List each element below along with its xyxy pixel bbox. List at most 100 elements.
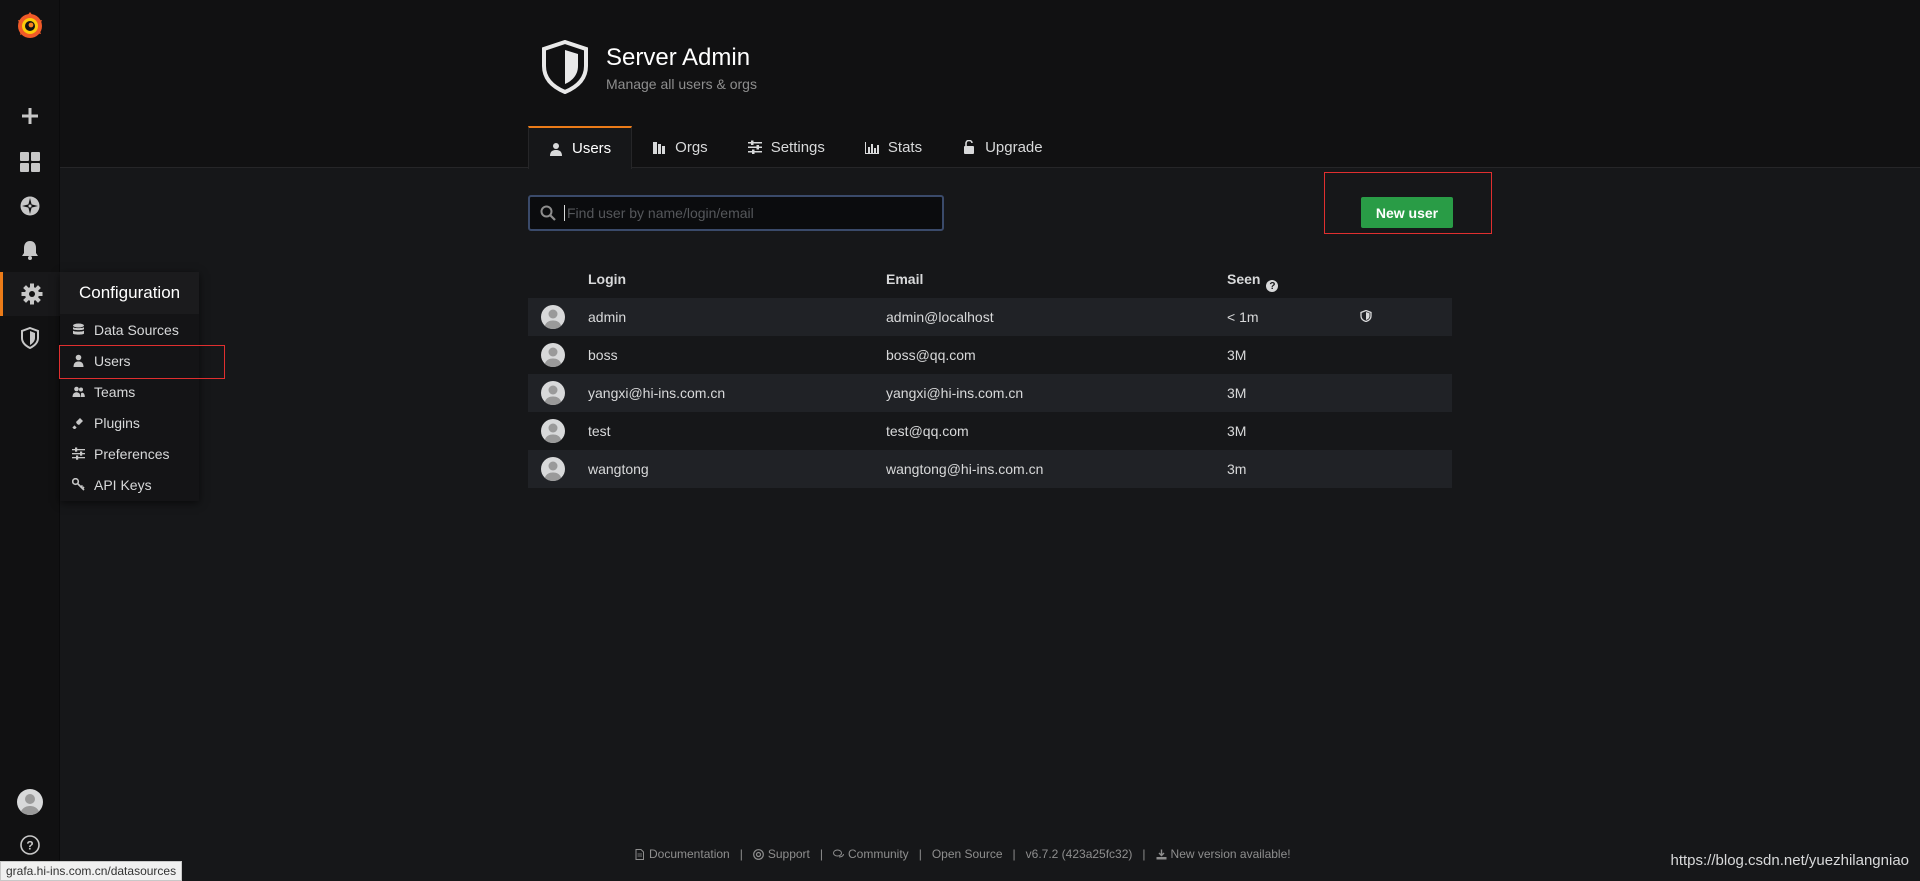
key-icon bbox=[72, 478, 94, 491]
comments-icon bbox=[833, 849, 844, 857]
user-login[interactable]: admin bbox=[588, 309, 626, 325]
user-email[interactable]: admin@localhost bbox=[886, 309, 994, 325]
user-seen: 3m bbox=[1227, 461, 1247, 477]
user-email[interactable]: boss@qq.com bbox=[886, 347, 976, 363]
table-row[interactable]: yangxi@hi-ins.com.cn yangxi@hi-ins.com.c… bbox=[528, 374, 1452, 412]
footer-version: v6.7.2 (423a25fc32) bbox=[1026, 847, 1133, 861]
user-login[interactable]: wangtong bbox=[588, 461, 649, 477]
plug-icon bbox=[72, 416, 94, 429]
page-title: Server Admin bbox=[606, 44, 751, 71]
avatar bbox=[541, 381, 565, 405]
avatar bbox=[541, 343, 565, 367]
users-highlight-box bbox=[59, 345, 225, 379]
footer-community-label: Community bbox=[848, 847, 909, 861]
footer-community-link[interactable]: Community bbox=[833, 847, 909, 861]
admin-tabs: Users Orgs Settings Stats Upgrade bbox=[528, 126, 1063, 169]
footer-documentation-link[interactable]: Documentation bbox=[634, 847, 730, 861]
user-seen: 3M bbox=[1227, 347, 1247, 363]
user-seen: < 1m bbox=[1227, 309, 1259, 325]
config-item-label: Plugins bbox=[94, 414, 140, 431]
alerting-bell-icon[interactable] bbox=[0, 228, 60, 272]
user-seen: 3M bbox=[1227, 423, 1247, 439]
document-icon bbox=[635, 848, 644, 860]
footer-version-label: v6.7.2 (423a25fc32) bbox=[1025, 847, 1133, 861]
table-row[interactable]: boss boss@qq.com 3M bbox=[528, 336, 1452, 374]
configuration-menu: Configuration Data Sources Users Teams P… bbox=[60, 272, 199, 501]
user-icon bbox=[550, 142, 562, 156]
side-menu: ? bbox=[0, 0, 60, 881]
grafana-logo-icon[interactable] bbox=[0, 4, 60, 48]
config-item-label: Data Sources bbox=[94, 321, 179, 338]
config-item-preferences[interactable]: Preferences bbox=[60, 438, 199, 469]
dashboards-icon[interactable] bbox=[0, 140, 60, 184]
config-item-label: Teams bbox=[94, 383, 136, 400]
tab-orgs[interactable]: Orgs bbox=[632, 126, 728, 168]
configuration-gear-icon[interactable] bbox=[0, 272, 60, 316]
server-admin-shield-icon[interactable] bbox=[0, 316, 60, 360]
footer-open-source-label: Open Source bbox=[931, 847, 1003, 861]
tab-users[interactable]: Users bbox=[528, 126, 633, 169]
download-icon bbox=[1156, 849, 1167, 859]
tab-stats-label: Stats bbox=[887, 138, 923, 156]
footer-support-label: Support bbox=[767, 847, 810, 861]
config-item-data-sources[interactable]: Data Sources bbox=[60, 314, 199, 345]
explore-compass-icon[interactable] bbox=[0, 184, 60, 228]
config-item-plugins[interactable]: Plugins bbox=[60, 407, 199, 438]
user-seen: 3M bbox=[1227, 385, 1247, 401]
tab-stats[interactable]: Stats bbox=[845, 126, 942, 168]
support-icon bbox=[752, 848, 764, 860]
configuration-menu-title[interactable]: Configuration bbox=[60, 272, 199, 314]
sliders-icon bbox=[72, 447, 94, 460]
user-login[interactable]: boss bbox=[588, 347, 618, 363]
column-header-email: Email bbox=[886, 271, 924, 287]
question-circle-icon[interactable]: ? bbox=[1266, 280, 1279, 292]
tab-users-label: Users bbox=[572, 140, 612, 157]
page-header: Server Admin Manage all users & orgs Use… bbox=[60, 0, 1920, 169]
footer-new-version-link[interactable]: New version available! bbox=[1156, 847, 1291, 861]
create-plus-icon[interactable] bbox=[0, 94, 60, 138]
user-email[interactable]: wangtong@hi-ins.com.cn bbox=[886, 461, 1043, 477]
search-icon bbox=[540, 205, 556, 221]
config-item-teams[interactable]: Teams bbox=[60, 376, 199, 407]
config-item-label: API Keys bbox=[94, 476, 152, 493]
users-icon bbox=[72, 385, 94, 398]
tab-orgs-label: Orgs bbox=[675, 138, 708, 156]
table-row[interactable]: test test@qq.com 3M bbox=[528, 412, 1452, 450]
user-login[interactable]: test bbox=[588, 423, 611, 439]
users-table: Login Email Seen? admin admin@localhost … bbox=[528, 262, 1452, 488]
user-login[interactable]: yangxi@hi-ins.com.cn bbox=[588, 385, 725, 401]
column-header-seen: Seen? bbox=[1227, 271, 1279, 292]
avatar bbox=[541, 305, 565, 329]
page-subtitle: Manage all users & orgs bbox=[606, 76, 757, 92]
footer-open-source-link[interactable]: Open Source bbox=[932, 847, 1003, 861]
user-search-input[interactable] bbox=[564, 205, 924, 221]
new-user-button[interactable]: New user bbox=[1361, 197, 1453, 228]
table-row[interactable]: admin admin@localhost < 1m bbox=[528, 298, 1452, 336]
avatar bbox=[541, 457, 565, 481]
shield-logo-icon bbox=[540, 39, 590, 95]
config-item-api-keys[interactable]: API Keys bbox=[60, 469, 199, 500]
tab-settings[interactable]: Settings bbox=[728, 126, 845, 168]
bar-chart-icon bbox=[864, 142, 879, 154]
database-icon bbox=[72, 323, 94, 336]
tab-settings-label: Settings bbox=[770, 138, 825, 156]
footer-support-link[interactable]: Support bbox=[752, 847, 810, 861]
tab-upgrade[interactable]: Upgrade bbox=[942, 126, 1063, 168]
table-header: Login Email Seen? bbox=[528, 262, 1452, 298]
admin-shield-icon bbox=[1360, 309, 1372, 325]
orgs-icon bbox=[653, 142, 666, 154]
tab-upgrade-label: Upgrade bbox=[985, 138, 1043, 156]
column-header-login: Login bbox=[588, 271, 627, 287]
user-email[interactable]: test@qq.com bbox=[886, 423, 969, 439]
user-avatar[interactable] bbox=[0, 780, 60, 824]
sliders-icon bbox=[747, 140, 762, 154]
unlock-icon bbox=[964, 140, 975, 154]
user-search-box[interactable] bbox=[528, 195, 944, 231]
footer-new-version-label: New version available! bbox=[1170, 847, 1291, 861]
footer-documentation-label: Documentation bbox=[649, 847, 730, 861]
browser-status-url: grafa.hi-ins.com.cn/datasources bbox=[0, 861, 183, 881]
user-email[interactable]: yangxi@hi-ins.com.cn bbox=[886, 385, 1023, 401]
table-row[interactable]: wangtong wangtong@hi-ins.com.cn 3m bbox=[528, 450, 1452, 488]
config-item-label: Preferences bbox=[94, 445, 170, 462]
avatar bbox=[541, 419, 565, 443]
